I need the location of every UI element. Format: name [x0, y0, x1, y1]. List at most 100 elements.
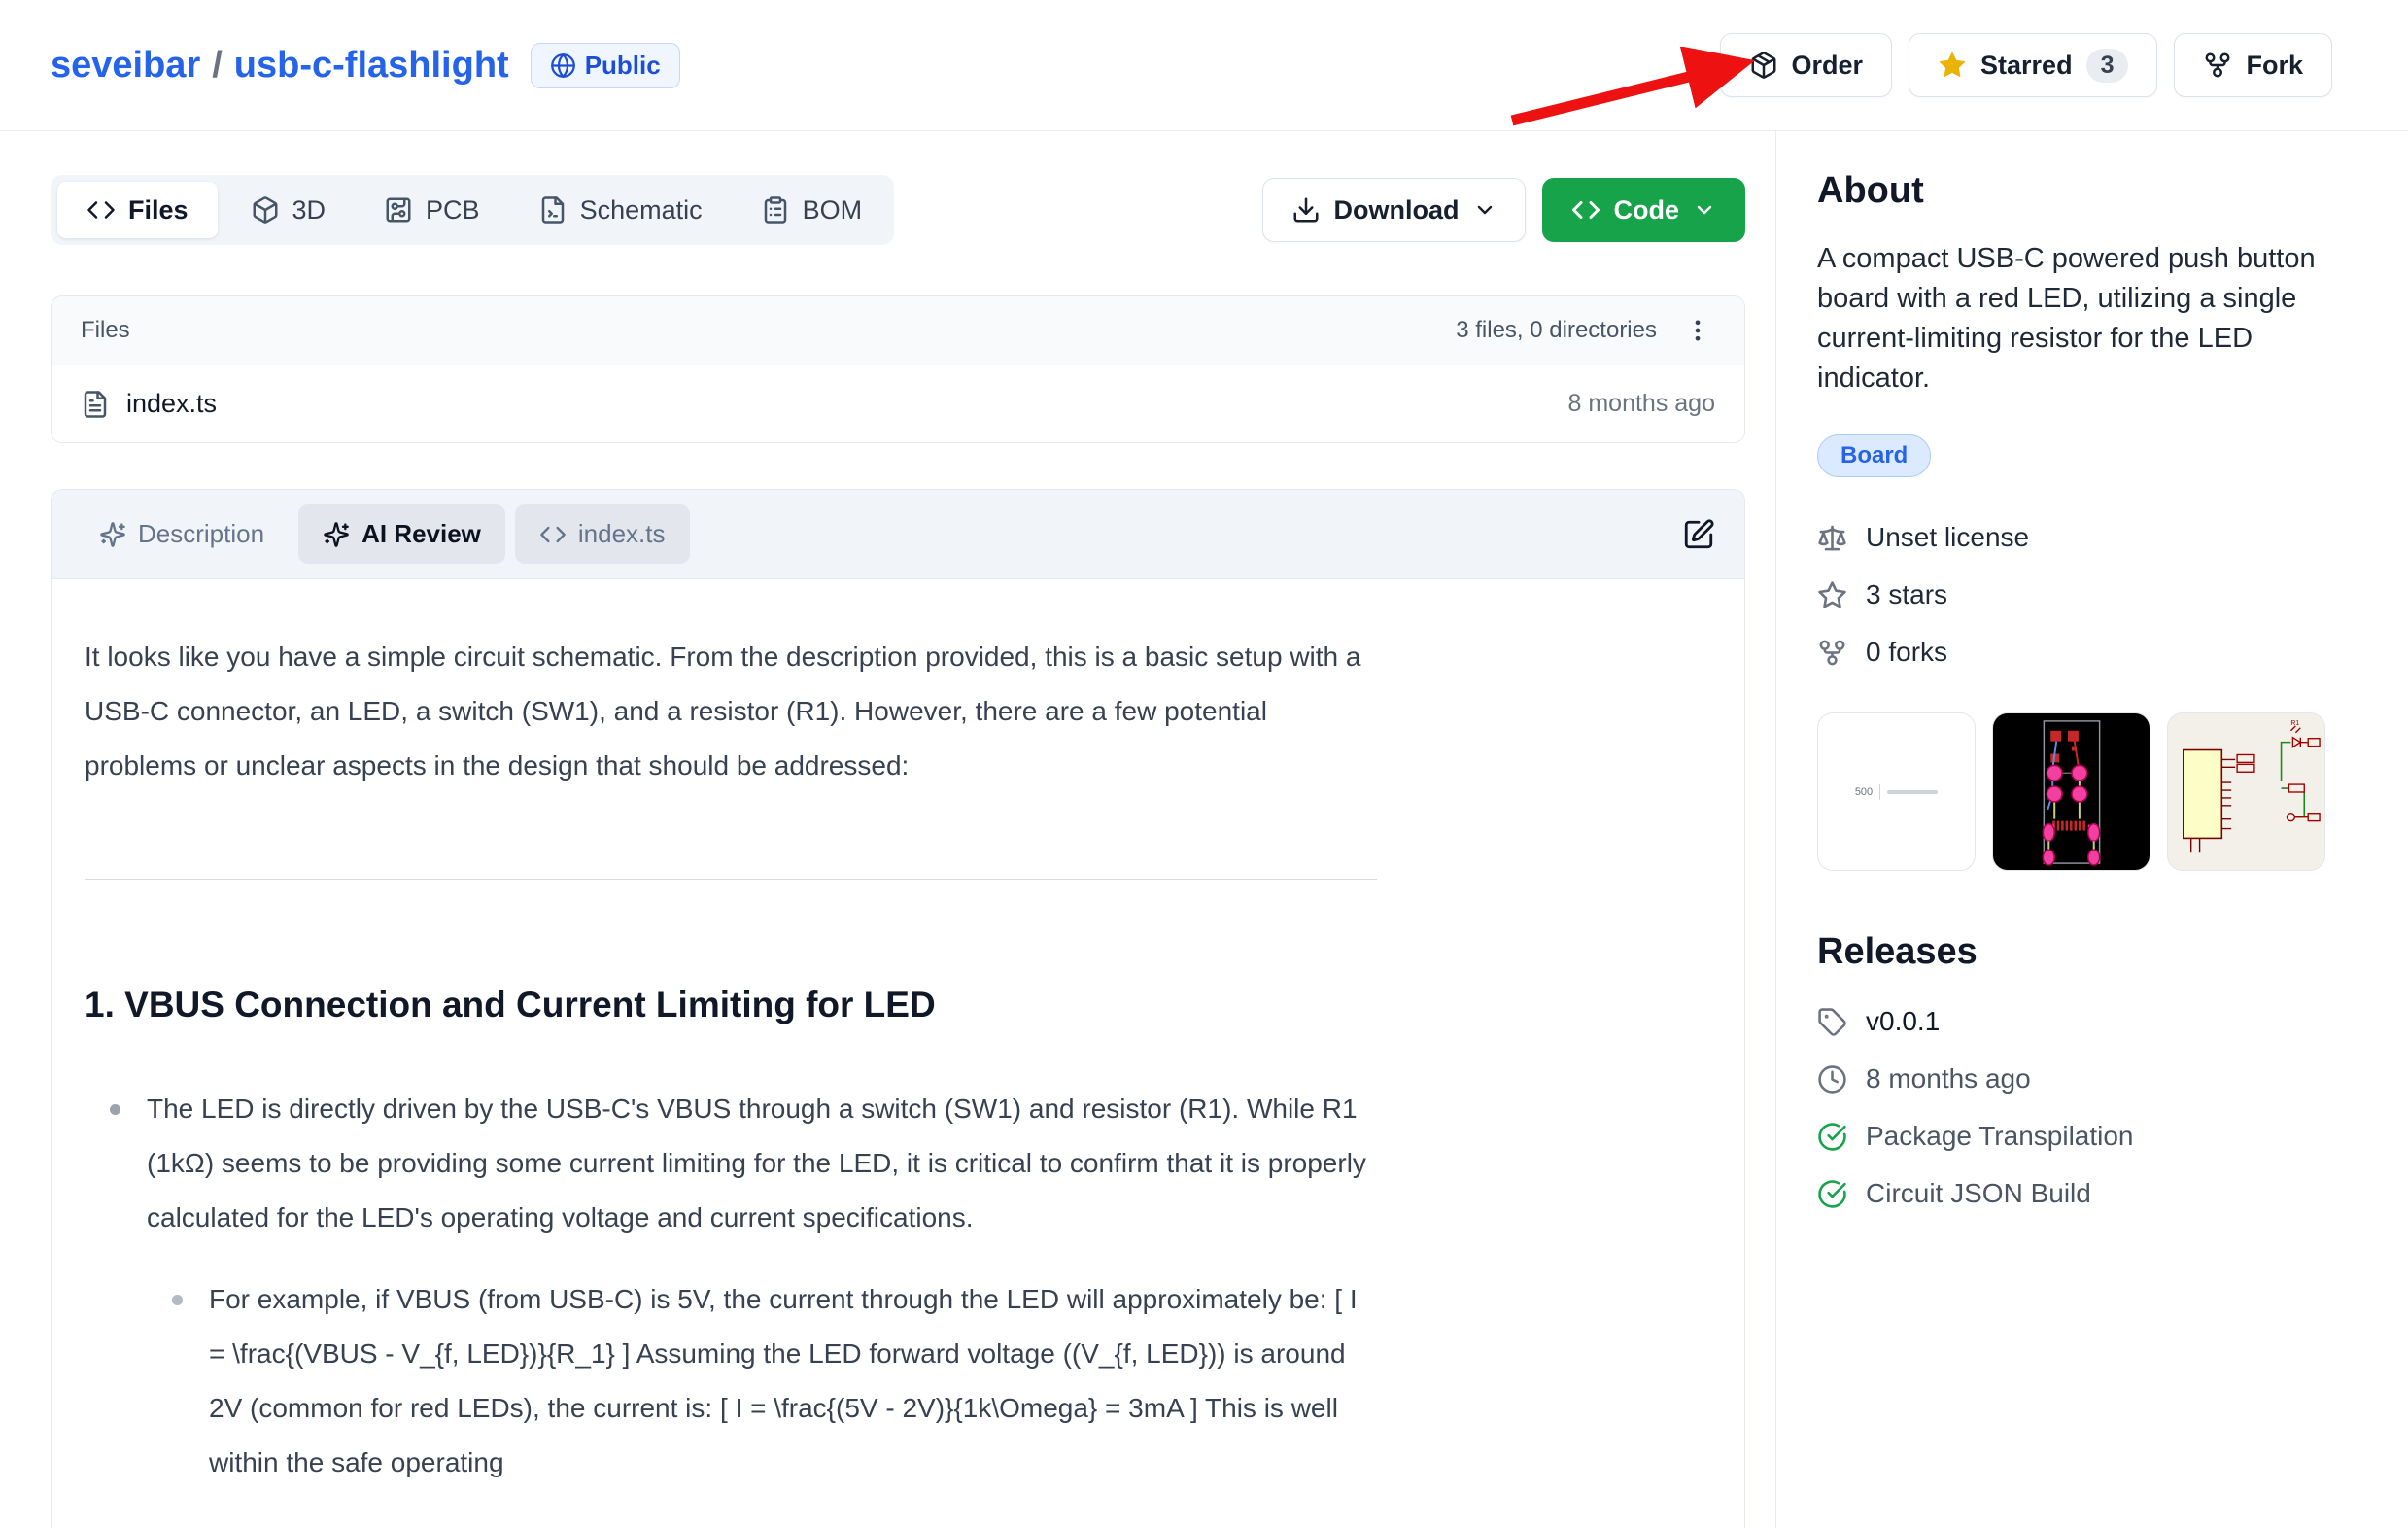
starred-button[interactable]: Starred 3 — [1909, 33, 2157, 97]
list-item-text: For example, if VBUS (from USB-C) is 5V,… — [209, 1284, 1358, 1477]
order-button[interactable]: Order — [1720, 33, 1893, 97]
files-panel-header: Files 3 files, 0 directories — [52, 296, 1744, 365]
list-item: The LED is directly driven by the USB-C'… — [147, 1082, 1377, 1490]
tab-bom[interactable]: BOM — [736, 182, 888, 238]
code-button-label: Code — [1614, 195, 1680, 226]
board-tag-badge[interactable]: Board — [1817, 434, 1931, 477]
toolbar-row: Files 3D PCB Schematic — [51, 175, 1745, 245]
thumbnail-error-divider — [1879, 784, 1880, 800]
code-icon — [539, 521, 567, 548]
file-updated: 8 months ago — [1568, 390, 1716, 418]
release-version-row[interactable]: v0.0.1 — [1817, 1006, 2344, 1037]
tab-files[interactable]: Files — [57, 182, 218, 238]
breadcrumb: seveibar / usb-c-flashlight Public — [51, 43, 680, 88]
edit-icon — [1682, 518, 1715, 551]
package-icon — [1749, 51, 1778, 80]
stars-row[interactable]: 3 stars — [1817, 579, 2344, 610]
license-label: Unset license — [1866, 522, 2029, 553]
tab-ai-review-label: AI Review — [361, 519, 481, 549]
repo-meta-list: Unset license 3 stars 0 forks — [1817, 522, 2344, 668]
svg-text:R1: R1 — [2290, 720, 2299, 727]
fork-icon — [1817, 638, 1847, 668]
list-item: For example, if VBUS (from USB-C) is 5V,… — [209, 1272, 1377, 1490]
preview-thumbnails: 500 — [1817, 712, 2344, 871]
license-row: Unset license — [1817, 522, 2344, 553]
tab-description[interactable]: Description — [75, 504, 289, 564]
sidebar: About A compact USB-C powered push butto… — [1775, 131, 2408, 1528]
forks-row[interactable]: 0 forks — [1817, 637, 2344, 668]
scales-icon — [1817, 523, 1847, 553]
bullet-list: The LED is directly driven by the USB-C'… — [85, 1082, 1377, 1490]
release-version: v0.0.1 — [1866, 1006, 1940, 1037]
tab-3d[interactable]: 3D — [225, 182, 352, 238]
files-panel-summary-group: 3 files, 0 directories — [1456, 313, 1715, 348]
list-item-text: The LED is directly driven by the USB-C'… — [147, 1094, 1366, 1233]
star-count-badge: 3 — [2086, 49, 2129, 83]
releases-section: Releases v0.0.1 8 months ago Package Tra… — [1817, 931, 2344, 1209]
fork-button-label: Fork — [2246, 51, 2303, 81]
pcb-preview-thumbnail[interactable] — [1992, 712, 2150, 871]
circuit-board-icon — [384, 195, 413, 225]
file-name-cell: index.ts — [81, 389, 217, 419]
release-check-label: Circuit JSON Build — [1866, 1178, 2091, 1209]
thumbnail-error-code: 500 — [1855, 786, 1873, 798]
clock-icon — [1817, 1064, 1847, 1094]
code-button[interactable]: Code — [1542, 178, 1746, 242]
3d-preview-thumbnail[interactable]: 500 — [1817, 712, 1976, 871]
tab-3d-label: 3D — [292, 195, 327, 226]
file-name[interactable]: index.ts — [126, 389, 217, 419]
globe-icon — [550, 52, 576, 79]
stars-label: 3 stars — [1866, 579, 1947, 610]
file-code-icon — [538, 195, 568, 225]
fork-button[interactable]: Fork — [2174, 33, 2332, 97]
star-outline-icon — [1817, 580, 1847, 610]
chevron-down-icon — [1693, 198, 1716, 222]
files-panel: Files 3 files, 0 directories index.ts 8 … — [51, 295, 1745, 443]
tab-bom-label: BOM — [803, 195, 863, 226]
visibility-badge: Public — [531, 43, 680, 88]
viewer-tab-bar: Description AI Review index.ts — [52, 490, 1744, 579]
table-row[interactable]: index.ts 8 months ago — [52, 365, 1744, 442]
tab-pcb-label: PCB — [426, 195, 480, 226]
code-icon — [86, 195, 116, 225]
tab-ai-review[interactable]: AI Review — [298, 504, 505, 564]
check-circle-icon — [1817, 1179, 1847, 1209]
release-age-row: 8 months ago — [1817, 1063, 2344, 1094]
section-heading: 1. VBUS Connection and Current Limiting … — [85, 983, 1377, 1027]
tab-pcb[interactable]: PCB — [359, 182, 505, 238]
tab-schematic[interactable]: Schematic — [513, 182, 728, 238]
schematic-preview-image: R1 — [2168, 713, 2324, 870]
forks-label: 0 forks — [1866, 637, 1947, 668]
breadcrumb-separator: / — [212, 45, 223, 87]
schematic-preview-thumbnail[interactable]: R1 — [2167, 712, 2325, 871]
intro-paragraph: It looks like you have a simple circuit … — [85, 630, 1377, 793]
star-icon — [1938, 51, 1967, 80]
main-column: Files 3D PCB Schematic — [51, 131, 1745, 1528]
tab-index-ts[interactable]: index.ts — [515, 504, 690, 564]
repo-link[interactable]: usb-c-flashlight — [234, 45, 509, 87]
release-check-label: Package Transpilation — [1866, 1121, 2134, 1152]
view-tabs: Files 3D PCB Schematic — [51, 175, 894, 245]
download-button[interactable]: Download — [1262, 178, 1526, 242]
fork-icon — [2203, 51, 2232, 80]
viewer-panel: Description AI Review index.ts — [51, 489, 1745, 1528]
ai-review-content: It looks like you have a simple circuit … — [52, 579, 1744, 1528]
pcb-preview-image — [1993, 713, 2150, 870]
owner-link[interactable]: seveibar — [51, 45, 200, 87]
edit-button[interactable] — [1676, 512, 1721, 557]
kebab-menu-icon — [1684, 317, 1711, 344]
order-button-label: Order — [1792, 51, 1864, 81]
files-menu-button[interactable] — [1680, 313, 1715, 348]
release-check-row: Package Transpilation — [1817, 1121, 2344, 1152]
download-button-label: Download — [1334, 195, 1460, 226]
code-icon — [1571, 195, 1600, 225]
nested-bullet-list: For example, if VBUS (from USB-C) is 5V,… — [147, 1272, 1377, 1490]
page-layout: Files 3D PCB Schematic — [0, 131, 2408, 1528]
check-circle-icon — [1817, 1122, 1847, 1152]
site-header: seveibar / usb-c-flashlight Public Order… — [0, 0, 2408, 131]
visibility-label: Public — [585, 51, 661, 81]
file-text-icon — [81, 390, 110, 419]
markdown-prose: It looks like you have a simple circuit … — [85, 630, 1377, 1490]
starred-button-label: Starred — [1980, 51, 2073, 81]
download-icon — [1291, 195, 1321, 225]
